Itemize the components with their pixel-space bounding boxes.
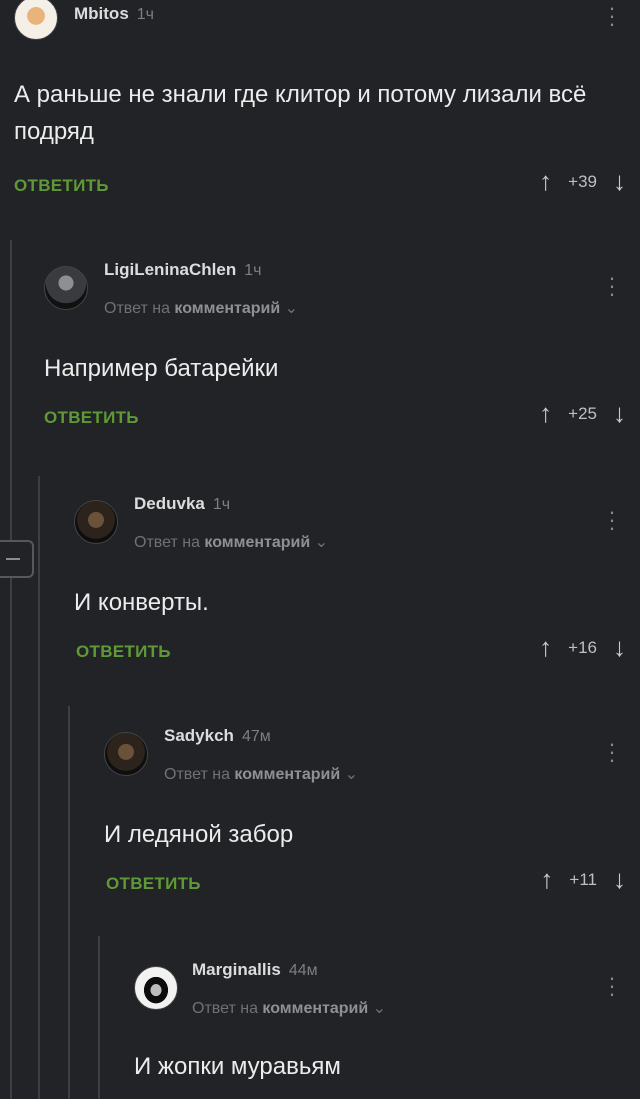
reply-button[interactable]: ОТВЕТИТЬ — [14, 176, 109, 196]
comment-text: И жопки муравьям — [134, 1053, 341, 1080]
reply-target[interactable]: комментарий — [234, 766, 340, 783]
comment-author[interactable]: Sadykch 47м — [164, 726, 271, 746]
author-name[interactable]: Mbitos — [74, 4, 129, 23]
comment-text: И ледяной забор — [104, 821, 294, 848]
upvote-icon[interactable]: ↑ — [539, 632, 552, 662]
comment-time: 44м — [288, 962, 318, 979]
comment-text: Например батарейки — [44, 355, 279, 382]
chevron-down-icon[interactable]: ⌄ — [285, 300, 298, 317]
reply-to-link[interactable]: Ответ на комментарий ⌄ — [104, 298, 298, 318]
comment-author[interactable]: LigiLeninaChlen 1ч — [104, 260, 261, 280]
vote-controls: ↑ +25 ↓ — [539, 398, 626, 429]
reply-button[interactable]: ОТВЕТИТЬ — [76, 642, 171, 662]
author-name[interactable]: Deduvka — [134, 494, 205, 513]
comment-time: 47м — [241, 728, 271, 745]
vote-controls: ↑ +11 ↓ — [540, 864, 626, 895]
reply-target[interactable]: комментарий — [262, 1000, 368, 1017]
comment-time: 1ч — [212, 496, 231, 513]
more-icon[interactable]: · · · — [602, 501, 622, 539]
more-icon[interactable]: · · · — [602, 0, 622, 35]
more-icon[interactable]: · · · — [602, 733, 622, 771]
thread-line[interactable] — [10, 240, 12, 1099]
comment-time: 1ч — [244, 262, 262, 279]
avatar[interactable] — [14, 0, 58, 40]
comment-thread: Mbitos 1ч · · · А раньше не знали где клито… — [0, 0, 640, 1099]
more-icon[interactable]: · · · — [602, 967, 622, 1005]
upvote-icon[interactable]: ↑ — [540, 864, 553, 894]
author-name[interactable]: LigiLeninaChlen — [104, 260, 236, 279]
reply-prefix: Ответ на — [192, 1000, 258, 1017]
thread-line[interactable] — [38, 476, 40, 1099]
chevron-down-icon[interactable]: ⌄ — [315, 534, 328, 551]
author-name[interactable]: Sadykch — [164, 726, 234, 745]
comment-author[interactable]: Deduvka 1ч — [134, 494, 230, 514]
downvote-icon[interactable]: ↓ — [613, 864, 626, 894]
comment-author[interactable]: Mbitos 1ч — [74, 4, 154, 24]
reply-prefix: Ответ на — [134, 534, 200, 551]
chevron-down-icon[interactable]: ⌄ — [345, 766, 358, 783]
upvote-icon[interactable]: ↑ — [539, 398, 552, 428]
avatar[interactable] — [134, 966, 178, 1010]
more-icon[interactable]: · · · — [602, 267, 622, 305]
comment-text: И конверты. — [74, 589, 209, 616]
chevron-down-icon[interactable]: ⌄ — [373, 1000, 386, 1017]
downvote-icon[interactable]: ↓ — [613, 398, 626, 428]
score: +25 — [568, 403, 597, 423]
comment: Mbitos 1ч · · · А раньше не знали где клито… — [0, 0, 640, 215]
vote-controls: ↑ +16 ↓ — [539, 632, 626, 663]
author-name[interactable]: Marginallis — [192, 960, 281, 979]
reply-to-link[interactable]: Ответ на комментарий ⌄ — [134, 532, 328, 552]
reply-target[interactable]: комментарий — [174, 300, 280, 317]
reply-button[interactable]: ОТВЕТИТЬ — [44, 408, 139, 428]
reply-target[interactable]: комментарий — [204, 534, 310, 551]
avatar[interactable] — [74, 500, 118, 544]
upvote-icon[interactable]: ↑ — [539, 166, 552, 196]
downvote-icon[interactable]: ↓ — [613, 166, 626, 196]
reply-to-link[interactable]: Ответ на комментарий ⌄ — [192, 998, 386, 1018]
avatar[interactable] — [104, 732, 148, 776]
score: +11 — [569, 869, 597, 889]
comment-time: 1ч — [136, 6, 155, 23]
thread-line[interactable] — [98, 936, 100, 1099]
reply-button[interactable]: ОТВЕТИТЬ — [106, 874, 201, 894]
score: +39 — [568, 171, 597, 191]
thread-line[interactable] — [68, 706, 70, 1099]
collapse-thread-button[interactable] — [0, 540, 34, 578]
downvote-icon[interactable]: ↓ — [613, 632, 626, 662]
comment-author[interactable]: Marginallis 44м — [192, 960, 318, 980]
vote-controls: ↑ +39 ↓ — [539, 166, 626, 197]
reply-to-link[interactable]: Ответ на комментарий ⌄ — [164, 764, 358, 784]
reply-prefix: Ответ на — [104, 300, 170, 317]
comment-text: А раньше не знали где клитор и потому ли… — [14, 81, 587, 145]
avatar[interactable] — [44, 266, 88, 310]
score: +16 — [568, 637, 597, 657]
reply-prefix: Ответ на — [164, 766, 230, 783]
